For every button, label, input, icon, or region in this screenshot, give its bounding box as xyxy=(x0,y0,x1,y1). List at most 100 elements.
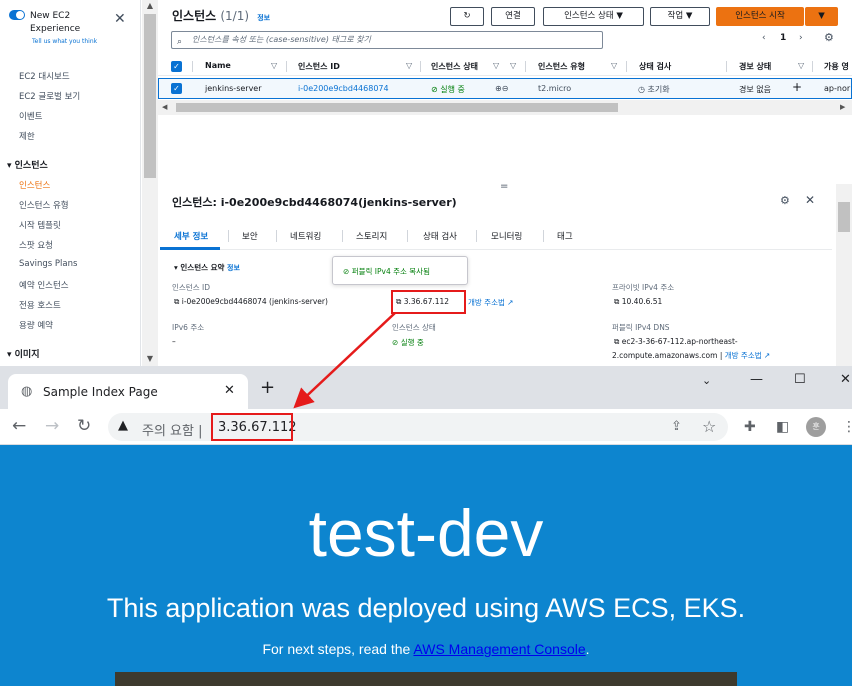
info-link[interactable]: 정보 xyxy=(257,14,270,22)
open-address-link[interactable]: 개방 주소법 ↗ xyxy=(468,297,514,308)
tab-tags[interactable]: 태그 xyxy=(557,230,573,242)
sidebar-item-instance-types[interactable]: 인스턴스 유형 xyxy=(19,199,69,211)
dns-open-link[interactable]: 개방 주소법 xyxy=(725,351,762,360)
col-instance-id[interactable]: 인스턴스 ID xyxy=(298,61,340,72)
bookmark-star-icon[interactable]: ☆ xyxy=(702,417,716,436)
detail-close-icon[interactable]: ✕ xyxy=(805,193,815,207)
next-page-icon[interactable]: › xyxy=(799,33,803,43)
table-row[interactable]: ✓ jenkins-server i-0e200e9cbd4468074 ⊘ 실… xyxy=(158,78,852,99)
sidebar-item-reserved[interactable]: 예약 인스턴스 xyxy=(19,279,69,291)
copy-icon[interactable]: ⧉ xyxy=(614,337,619,346)
detail-settings-icon[interactable]: ⚙ xyxy=(780,194,790,207)
sidebar-scrollbar[interactable]: ▲ ▼ xyxy=(142,0,158,366)
prev-page-icon[interactable]: ‹ xyxy=(762,33,766,43)
avatar[interactable]: 훈 xyxy=(806,417,826,437)
tab-details[interactable]: 세부 정보 xyxy=(174,230,208,242)
copy-icon[interactable]: ⧉ xyxy=(614,297,619,306)
extensions-icon[interactable]: ✚ xyxy=(744,419,756,435)
tab-security[interactable]: 보안 xyxy=(242,230,258,242)
col-status-check[interactable]: 상태 검사 xyxy=(639,61,671,72)
clock-icon: ◷ xyxy=(638,85,645,94)
tab-networking[interactable]: 네트워킹 xyxy=(290,230,321,242)
scroll-thumb[interactable] xyxy=(176,103,618,112)
tab-storage[interactable]: 스토리지 xyxy=(356,230,387,242)
sidebar-item-global-view[interactable]: EC2 글로벌 보기 xyxy=(19,90,80,102)
actions-dropdown[interactable]: 작업 ▼ xyxy=(650,7,710,26)
col-availability-zone[interactable]: 가용 영 xyxy=(824,61,849,72)
col-name[interactable]: Name xyxy=(205,61,231,70)
sidebar-item-spot-requests[interactable]: 스팟 요청 xyxy=(19,239,53,251)
tab-search-icon[interactable]: ⌄ xyxy=(702,374,711,387)
sort-icon[interactable]: ▽ xyxy=(406,61,412,70)
share-icon[interactable]: ⇪ xyxy=(671,419,682,434)
page-number[interactable]: 1 xyxy=(780,33,786,43)
row-checkbox[interactable]: ✓ xyxy=(171,83,182,94)
detail-scrollbar[interactable] xyxy=(836,184,852,366)
sidebar-item-instances[interactable]: 인스턴스 xyxy=(19,179,50,191)
add-alarm-icon[interactable]: + xyxy=(792,80,802,94)
forward-icon[interactable]: → xyxy=(45,416,59,436)
copy-icon[interactable]: ⧉ xyxy=(174,297,179,306)
col-instance-type[interactable]: 인스턴스 유형 xyxy=(538,61,585,72)
sort-icon[interactable]: ▽ xyxy=(493,61,499,70)
sort-icon[interactable]: ▽ xyxy=(271,61,277,70)
close-window-icon[interactable]: ✕ xyxy=(840,372,851,387)
warning-icon[interactable]: ▲ xyxy=(118,418,128,433)
col-alarm-status[interactable]: 경보 상태 xyxy=(739,61,771,72)
address-bar[interactable]: ▲ 주의 요함 | 3.36.67.112 ⇪ ☆ xyxy=(108,413,728,441)
table-horizontal-scrollbar[interactable]: ◀ ▶ xyxy=(158,100,852,115)
scroll-down-icon[interactable]: ▼ xyxy=(142,353,158,365)
row-instance-id[interactable]: i-0e200e9cbd4468074 xyxy=(298,84,389,93)
sidebar-close-icon[interactable]: ✕ xyxy=(114,12,126,26)
col-instance-state[interactable]: 인스턴스 상태 xyxy=(431,61,478,72)
scroll-up-icon[interactable]: ▲ xyxy=(142,0,158,12)
zoom-icon[interactable]: ⊕⊖ xyxy=(495,84,508,93)
not-secure-label[interactable]: 주의 요함 | xyxy=(142,420,203,439)
back-icon[interactable]: ← xyxy=(12,416,26,436)
sidebar-item-dashboard[interactable]: EC2 대시보드 xyxy=(19,70,70,82)
tab-monitoring[interactable]: 모니터링 xyxy=(491,230,522,242)
refresh-button[interactable]: ↻ xyxy=(450,7,484,26)
scroll-thumb[interactable] xyxy=(838,202,850,232)
search-icon: ⌕ xyxy=(177,37,183,47)
sidebar-section-instances[interactable]: ▾ 인스턴스 xyxy=(7,158,48,171)
new-tab-icon[interactable]: + xyxy=(260,379,275,397)
sidebar-item-savings-plans[interactable]: Savings Plans xyxy=(19,259,77,269)
scroll-thumb[interactable] xyxy=(144,14,156,178)
side-panel-icon[interactable]: ◧ xyxy=(776,419,789,435)
console-link[interactable]: AWS Management Console xyxy=(413,641,585,657)
select-all-checkbox[interactable]: ✓ xyxy=(171,61,182,72)
menu-icon[interactable]: ⋮ xyxy=(842,419,852,435)
close-tab-icon[interactable]: ✕ xyxy=(224,383,235,398)
feedback-link[interactable]: Tell us what you think xyxy=(32,38,97,45)
page-subheading: This application was deployed using AWS … xyxy=(106,593,746,623)
sort-icon[interactable]: ▽ xyxy=(798,61,804,70)
sidebar-item-launch-templates[interactable]: 시작 템플릿 xyxy=(19,219,61,231)
sidebar-item-dedicated-hosts[interactable]: 전용 호스트 xyxy=(19,299,61,311)
instance-state-dropdown[interactable]: 인스턴스 상태 ▼ xyxy=(543,7,644,26)
sidebar-item-capacity[interactable]: 용량 예약 xyxy=(19,319,53,331)
instance-id-label: 인스턴스 ID xyxy=(172,283,210,292)
maximize-icon[interactable]: ☐ xyxy=(794,372,806,387)
sort-icon[interactable]: ▽ xyxy=(510,61,516,70)
new-experience-toggle[interactable] xyxy=(9,10,25,20)
scroll-left-icon[interactable]: ◀ xyxy=(162,103,167,111)
tab-status-checks[interactable]: 상태 검사 xyxy=(423,230,457,242)
launch-dropdown-button[interactable]: ▼ xyxy=(805,7,838,26)
summary-info-link[interactable]: 정보 xyxy=(227,264,240,272)
browser-tab[interactable]: ◍ Sample Index Page ✕ xyxy=(8,374,248,409)
sidebar-item-limits[interactable]: 제한 xyxy=(19,130,35,142)
sidebar-item-events[interactable]: 이벤트 xyxy=(19,110,42,122)
summary-heading[interactable]: ▾ 인스턴스 요약 정보 xyxy=(174,262,240,273)
sort-icon[interactable]: ▽ xyxy=(611,61,617,70)
search-input[interactable]: ⌕ 인스턴스를 속성 또는 (case-sensitive) 태그로 찾기 xyxy=(171,31,603,49)
minimize-icon[interactable]: — xyxy=(750,372,763,387)
reload-icon[interactable]: ↻ xyxy=(77,416,91,436)
id-text: i-0e200e9cbd4468074 (jenkins-server) xyxy=(181,297,328,306)
connect-button[interactable]: 연결 xyxy=(491,7,535,26)
sidebar-section-images[interactable]: ▾ 이미지 xyxy=(7,347,40,360)
scroll-right-icon[interactable]: ▶ xyxy=(840,103,845,111)
settings-gear-icon[interactable]: ⚙ xyxy=(824,31,834,44)
launch-instances-button[interactable]: 인스턴스 시작 xyxy=(716,7,804,26)
resize-handle-icon[interactable]: = xyxy=(500,181,508,192)
